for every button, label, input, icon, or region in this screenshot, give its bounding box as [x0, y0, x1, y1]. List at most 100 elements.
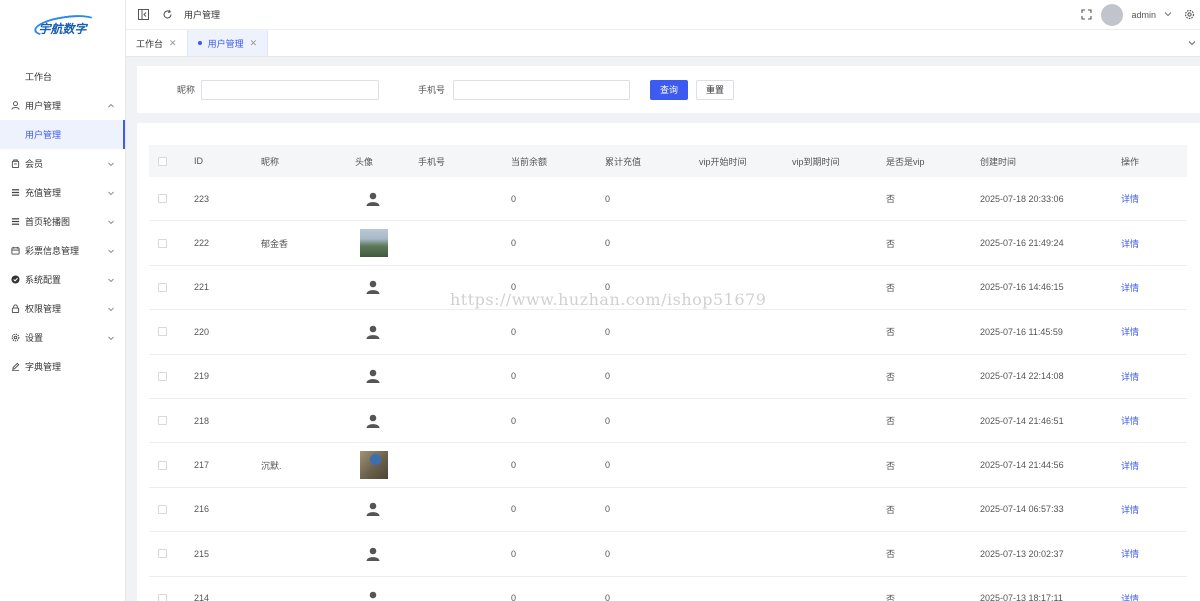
avatar-cell [355, 413, 418, 429]
row-checkbox[interactable] [158, 549, 167, 559]
avatar-image[interactable] [360, 229, 388, 258]
reset-button[interactable]: 重置 [696, 79, 735, 100]
logo-box: 宇航数字 [33, 11, 100, 40]
sidebar-item-9[interactable]: 设置 [0, 323, 125, 352]
id-cell: 223 [194, 193, 210, 204]
row-checkbox[interactable] [158, 460, 167, 470]
is-vip-cell: 否 [886, 593, 896, 601]
table-row: 223 0 0 否 2025-07-18 20:33:06 详情 [149, 177, 1187, 222]
row-checkbox[interactable] [158, 282, 167, 292]
detail-link[interactable]: 详情 [1121, 416, 1139, 426]
total-recharge-cell: 0 [605, 238, 611, 249]
user-avatar[interactable] [1101, 3, 1124, 26]
column-header: 昵称 [261, 156, 280, 167]
created-time-cell: 2025-07-14 22:14:08 [980, 371, 1064, 382]
tab-label: 用户管理 [207, 38, 244, 49]
column-header: vip到期时间 [792, 156, 840, 167]
row-checkbox[interactable] [158, 327, 167, 337]
settings-button[interactable] [1182, 8, 1196, 22]
user-dropdown-chevron-icon[interactable] [1164, 10, 1172, 20]
row-select-cell [149, 504, 194, 514]
action-cell: 详情 [1121, 547, 1151, 560]
sidebar-item-6[interactable]: 彩票信息管理 [0, 236, 125, 265]
detail-link[interactable]: 详情 [1121, 594, 1139, 601]
sidebar-item-3[interactable]: 会员 [0, 149, 125, 178]
total-recharge-cell: 0 [605, 460, 611, 471]
detail-link[interactable]: 详情 [1121, 239, 1139, 249]
row-checkbox[interactable] [158, 238, 167, 248]
close-icon[interactable]: ✕ [169, 38, 177, 49]
chevron-down-icon [107, 218, 115, 226]
nickname-input[interactable] [201, 79, 380, 100]
detail-link[interactable]: 详情 [1121, 327, 1139, 337]
sidebar-item-7[interactable]: 系统配置 [0, 265, 125, 294]
row-checkbox[interactable] [158, 416, 167, 426]
detail-link[interactable]: 详情 [1121, 549, 1139, 559]
tab-label: 工作台 [136, 38, 164, 49]
id-cell: 221 [194, 282, 210, 293]
row-checkbox[interactable] [158, 593, 167, 601]
sidebar-item-8[interactable]: 权限管理 [0, 294, 125, 323]
list-icon [10, 188, 20, 198]
calendar-icon [10, 246, 20, 256]
check-circle-icon [10, 275, 20, 285]
tabs-more-chevron-icon[interactable] [1184, 30, 1200, 56]
table-row: 218 0 0 否 2025-07-14 21:46:51 详情 [149, 399, 1187, 444]
detail-link[interactable]: 详情 [1121, 505, 1139, 515]
detail-link[interactable]: 详情 [1121, 283, 1139, 293]
column-header: 当前余额 [511, 156, 548, 167]
search-button[interactable]: 查询 [650, 79, 689, 100]
fullscreen-button[interactable] [1079, 8, 1093, 22]
logo[interactable]: 宇航数字 [0, 0, 125, 56]
table-row: 221 0 0 否 2025-07-16 14:46:15 详情 [149, 266, 1187, 311]
sidebar-item-5[interactable]: 首页轮播图 [0, 207, 125, 236]
avatar-image[interactable] [360, 451, 388, 480]
row-checkbox[interactable] [158, 504, 167, 514]
created-time-cell: 2025-07-14 21:44:56 [980, 460, 1064, 471]
row-checkbox[interactable] [158, 371, 167, 381]
sidebar-item-label: 字典管理 [25, 362, 62, 372]
total-recharge-cell: 0 [605, 371, 611, 382]
detail-link[interactable]: 详情 [1121, 194, 1139, 204]
action-cell: 详情 [1121, 592, 1151, 601]
is-vip-cell: 否 [886, 282, 896, 293]
sidebar-item-0[interactable]: 工作台 [0, 62, 125, 91]
sidebar-item-10[interactable]: 字典管理 [0, 352, 125, 381]
sidebar-item-label: 首页轮播图 [25, 217, 71, 227]
close-icon[interactable]: ✕ [250, 38, 258, 49]
sidebar-item-label: 用户管理 [25, 101, 62, 111]
total-recharge-cell: 0 [605, 326, 611, 337]
collapse-sidebar-button[interactable] [136, 8, 150, 22]
default-avatar-icon [355, 324, 418, 340]
avatar-cell [355, 229, 418, 258]
column-header: 操作 [1121, 156, 1140, 167]
refresh-icon [162, 9, 172, 19]
chevron-down-icon [107, 276, 115, 284]
lock-icon [10, 304, 20, 314]
select-all-cell [149, 156, 194, 166]
sidebar-menu: 工作台 用户管理 用户管理 会员 充值管理 首页轮播图 彩票信息管理 系统配置 权限管理 设置 字典… [0, 62, 125, 381]
total-recharge-cell: 0 [605, 593, 611, 601]
select-all-checkbox[interactable] [158, 156, 167, 166]
phone-input[interactable] [453, 79, 631, 100]
avatar-cell [355, 191, 418, 207]
sidebar-item-1[interactable]: 用户管理 [0, 91, 125, 120]
detail-link[interactable]: 详情 [1121, 461, 1139, 471]
avatar-cell [355, 368, 418, 384]
refresh-button[interactable] [160, 8, 174, 22]
tab-1[interactable]: 用户管理 ✕ [186, 30, 269, 56]
member-icon [10, 159, 20, 169]
nickname-cell: 沉默. [261, 460, 282, 471]
phone-label: 手机号 [418, 85, 446, 95]
detail-link[interactable]: 详情 [1121, 372, 1139, 382]
sidebar-item-4[interactable]: 充值管理 [0, 178, 125, 207]
chevron-down-icon [107, 160, 115, 168]
id-cell: 218 [194, 415, 210, 426]
row-checkbox[interactable] [158, 194, 167, 204]
default-avatar-icon [355, 279, 418, 295]
id-cell: 217 [194, 460, 210, 471]
tab-0[interactable]: 工作台 ✕ [126, 30, 187, 56]
sidebar-item-2[interactable]: 用户管理 [0, 120, 125, 149]
table-body: 223 0 0 否 2025-07-18 20:33:06 详情 222 郁金香 0 0 否 2025… [149, 177, 1187, 601]
user-name[interactable]: admin [1131, 10, 1156, 20]
